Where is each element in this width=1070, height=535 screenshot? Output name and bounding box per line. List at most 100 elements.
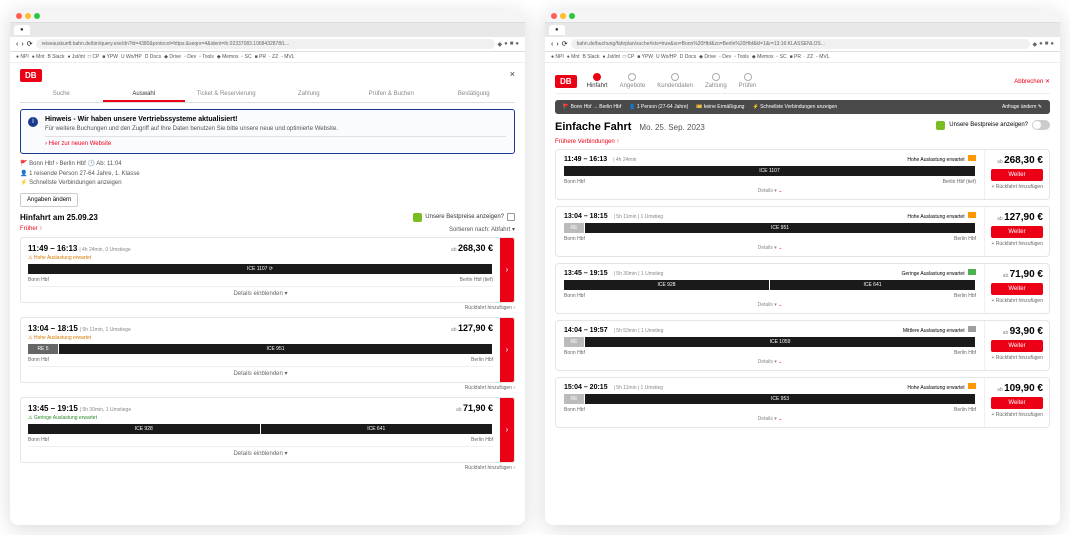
bookmark-item[interactable]: ● Jst/int [67, 54, 84, 60]
bookmark-item[interactable]: B Slack [48, 54, 65, 60]
close-icon[interactable]: × [510, 69, 515, 79]
details-toggle[interactable]: Details ▾ ⌄ [564, 302, 976, 308]
details-toggle[interactable]: Details ▾ ⌄ [564, 245, 976, 251]
ext-icon[interactable]: ■ [510, 41, 514, 48]
change-search-button[interactable]: Angaben ändern [20, 193, 78, 207]
bookmark-item[interactable]: ◆ Drive [164, 54, 181, 60]
min-dot[interactable] [25, 13, 31, 19]
continue-button[interactable]: Weiter [991, 397, 1043, 409]
bookmark-item[interactable]: ▫ Tools [734, 54, 749, 60]
bookmark-item[interactable]: □ CP [88, 54, 99, 60]
continue-button[interactable]: Weiter [991, 226, 1043, 238]
url-input[interactable]: reiseauskunft.bahn.de/bin/query.exe/dn?l… [36, 39, 495, 49]
journey-times: 13:04 – 18:15 [28, 324, 78, 333]
bookmark-item[interactable]: ● NPI [551, 54, 564, 60]
add-return-link[interactable]: Rückfahrt hinzufügen › [20, 385, 515, 391]
bookmark-item[interactable]: ◆ Memos [752, 54, 774, 60]
add-return-link[interactable]: + Rückfahrt hinzufügen [991, 412, 1043, 418]
ext-icon[interactable]: ◆ [498, 41, 503, 48]
sort-select[interactable]: Sortieren nach: Abfahrt ▾ [449, 226, 515, 233]
add-return-link[interactable]: Rückfahrt hinzufügen › [20, 305, 515, 311]
details-toggle[interactable]: Details ▾ ⌄ [564, 359, 976, 365]
avatar-icon[interactable]: ● [515, 41, 519, 48]
max-dot[interactable] [34, 13, 40, 19]
bestprice-toggle[interactable]: Unsere Bestpreise anzeigen? [413, 213, 515, 222]
bookmark-item[interactable]: - MVL [281, 54, 294, 60]
nav-fwd-icon[interactable]: › [21, 41, 23, 48]
reload-icon[interactable]: ⟳ [27, 40, 33, 48]
ext-icon[interactable]: ● [504, 41, 508, 48]
bookmark-item[interactable]: D Docs [680, 54, 696, 60]
add-return-link[interactable]: + Rückfahrt hinzufügen [991, 298, 1043, 304]
url-input[interactable]: bahn.de/buchung/fahrplan/suche#sts=true&… [571, 39, 1030, 49]
add-return-link[interactable]: + Rückfahrt hinzufügen [991, 184, 1043, 190]
bookmark-item[interactable]: ◆ Memos [217, 54, 239, 60]
avatar-icon[interactable]: ● [1050, 41, 1054, 48]
close-dot[interactable] [551, 13, 557, 19]
bookmark-item[interactable]: ▫ SC [242, 54, 252, 60]
close-dot[interactable] [16, 13, 22, 19]
bookmark-item[interactable]: D Docs [145, 54, 161, 60]
bookmark-item[interactable]: ■ YPW [637, 54, 653, 60]
bookmark-item[interactable]: ● Mnt [567, 54, 580, 60]
bookmark-item[interactable]: B Slack [583, 54, 600, 60]
bookmark-item[interactable]: U Wo/HP [656, 54, 677, 60]
step-tab[interactable]: Ticket & Reservierung [185, 88, 268, 102]
continue-button[interactable]: Weiter [991, 283, 1043, 295]
step-tab[interactable]: Zahlung [268, 88, 351, 102]
bookmark-item[interactable]: - MVL [816, 54, 829, 60]
details-toggle[interactable]: Details ▾ ⌄ [564, 416, 976, 422]
bookmark-item[interactable]: ● Jst/int [602, 54, 619, 60]
bookmark-item[interactable]: ● NPI [16, 54, 29, 60]
min-dot[interactable] [560, 13, 566, 19]
bookmark-item[interactable]: ▫ SC [777, 54, 787, 60]
ext-icon[interactable]: ● [1039, 41, 1043, 48]
bookmark-item[interactable]: ■ YPW [102, 54, 118, 60]
bookmark-item[interactable]: · ZZ [269, 54, 278, 60]
notice-link[interactable]: › Hier zur neuen Website [45, 136, 506, 147]
earlier-link[interactable]: Frühere Verbindungen ↑ [555, 139, 1050, 145]
bookmark-item[interactable]: ● Mnt [32, 54, 45, 60]
add-return-link[interactable]: + Rückfahrt hinzufügen [991, 241, 1043, 247]
bookmark-item[interactable]: ■ PR [790, 54, 801, 60]
bookmark-item[interactable]: ◆ Drive [699, 54, 716, 60]
bookmark-item[interactable]: U Wo/HP [121, 54, 142, 60]
bookmark-item[interactable]: · ZZ [804, 54, 813, 60]
details-toggle[interactable]: Details einblenden ▾ [28, 366, 493, 377]
select-journey-button[interactable]: › [500, 238, 514, 302]
nav-back-icon[interactable]: ‹ [16, 41, 18, 48]
details-toggle[interactable]: Details ▾ ⌄ [564, 188, 976, 194]
bookmark-item[interactable]: ▫ Dev [184, 54, 196, 60]
notice-title: Hinweis - Wir haben unsere Vertriebssyst… [45, 116, 506, 123]
nav-fwd-icon[interactable]: › [556, 41, 558, 48]
step-tab[interactable]: Bestätigung [433, 88, 516, 102]
train-segment: ICE 1059 [585, 337, 975, 347]
section-title: Hinfahrt am 25.09.23 [20, 213, 98, 222]
bookmark-item[interactable]: ▫ Dev [719, 54, 731, 60]
add-return-link[interactable]: + Rückfahrt hinzufügen [991, 355, 1043, 361]
step-tab[interactable]: Suche [20, 88, 103, 102]
max-dot[interactable] [569, 13, 575, 19]
ext-icon[interactable]: ■ [1045, 41, 1049, 48]
step-tab[interactable]: Auswahl [103, 88, 186, 102]
select-journey-button[interactable]: › [500, 318, 514, 382]
browser-tab[interactable]: ● [549, 25, 565, 35]
reload-icon[interactable]: ⟳ [562, 40, 568, 48]
ext-icon[interactable]: ◆ [1033, 41, 1038, 48]
select-journey-button[interactable]: › [500, 398, 514, 462]
add-return-link[interactable]: Rückfahrt hinzufügen › [20, 465, 515, 471]
cancel-button[interactable]: Abbrechen ✕ [1014, 78, 1050, 85]
step-tab[interactable]: Prüfen & Buchen [350, 88, 433, 102]
continue-button[interactable]: Weiter [991, 169, 1043, 181]
details-toggle[interactable]: Details einblenden ▾ [28, 286, 493, 297]
change-request-button[interactable]: Anfrage ändern ✎ [1002, 104, 1042, 110]
continue-button[interactable]: Weiter [991, 340, 1043, 352]
details-toggle[interactable]: Details einblenden ▾ [28, 446, 493, 457]
bookmark-item[interactable]: ■ PR [255, 54, 266, 60]
nav-back-icon[interactable]: ‹ [551, 41, 553, 48]
bestprice-toggle[interactable]: Unsere Bestpreise anzeigen? [936, 120, 1050, 130]
bookmark-item[interactable]: ▫ Tools [199, 54, 214, 60]
bookmark-item[interactable]: □ CP [623, 54, 634, 60]
browser-tab[interactable]: ● [14, 25, 30, 35]
earlier-link[interactable]: Früher ↑ [20, 226, 42, 233]
